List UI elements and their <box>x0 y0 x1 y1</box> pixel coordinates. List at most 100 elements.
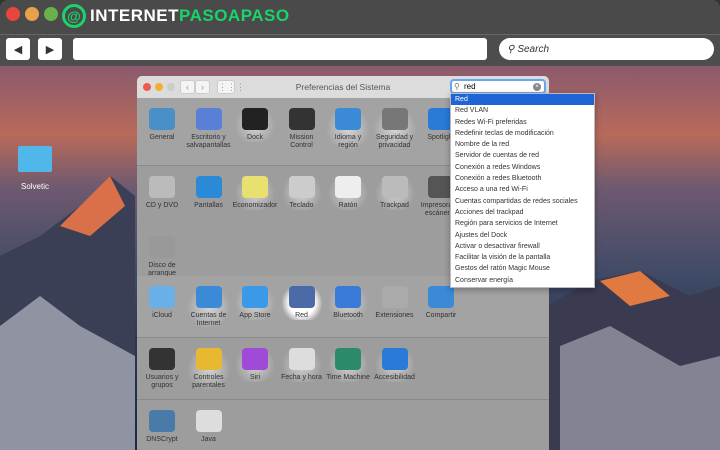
pref-pane-label: Seguridad y privacidad <box>375 134 414 149</box>
maximize-button[interactable] <box>44 7 58 21</box>
logo-text-green: PASOAPASO <box>179 6 290 25</box>
pref-pane-icon <box>149 286 175 308</box>
pref-pane-icon <box>288 286 315 308</box>
pref-pane-label: Bluetooth <box>333 312 363 319</box>
search-value: red <box>464 82 476 91</box>
pref-pane-icon <box>242 108 268 130</box>
search-result-item[interactable]: Conservar energía <box>451 275 594 286</box>
pref-pane-icon <box>195 108 222 130</box>
minimize-button[interactable] <box>25 7 39 21</box>
search-result-item[interactable]: Gestos del ratón Magic Mouse <box>451 263 594 274</box>
search-result-item[interactable]: Nombre de la red <box>451 139 594 150</box>
pref-pane-accesibilidad[interactable]: Accesibilidad <box>371 348 418 382</box>
back-button[interactable]: ◀ <box>6 38 30 60</box>
prefs-search-input[interactable]: ⚲ red × <box>450 79 546 94</box>
forward-button[interactable]: ▶ <box>38 38 62 60</box>
search-result-item[interactable]: Redes Wi-Fi preferidas <box>451 117 594 128</box>
pref-pane-app-store[interactable]: App Store <box>232 286 278 320</box>
search-placeholder: Search <box>517 43 550 55</box>
pref-pane-teclado[interactable]: Teclado <box>278 176 325 210</box>
pref-pane-label: Pantallas <box>194 202 223 209</box>
pref-pane-idioma-y-región[interactable]: Idioma y región <box>325 108 371 150</box>
logo: @ INTERNET PASOAPASO <box>62 4 290 28</box>
pref-pane-label: Escritorio y salvapantallas <box>186 134 231 149</box>
pref-pane-icon <box>242 348 268 370</box>
pref-pane-bluetooth[interactable]: Bluetooth <box>325 286 371 320</box>
pref-pane-icon <box>288 348 315 370</box>
clear-search-icon[interactable]: × <box>533 83 541 91</box>
pref-pane-general[interactable]: General <box>139 108 185 142</box>
search-result-item[interactable]: Conexión a redes Windows <box>451 162 594 173</box>
logo-text: INTERNET <box>90 6 179 25</box>
close-button[interactable] <box>6 7 20 21</box>
pref-pane-label: Mission Control <box>289 134 314 149</box>
pref-pane-icon <box>381 286 408 308</box>
pref-pane-icon <box>149 348 175 370</box>
pref-pane-controles-parentales[interactable]: Controles parentales <box>185 348 232 390</box>
search-result-item[interactable]: Cuentas compartidas de redes sociales <box>451 196 594 207</box>
pref-pane-extensiones[interactable]: Extensiones <box>372 286 418 320</box>
pref-pane-usuarios-y-grupos[interactable]: Usuarios y grupos <box>139 348 185 390</box>
pref-pane-icon <box>195 176 222 198</box>
pref-pane-time-machine[interactable]: Time Machine <box>325 348 371 382</box>
pref-pane-label: Usuarios y grupos <box>145 374 179 389</box>
logo-icon: @ <box>62 4 86 28</box>
search-result-item[interactable]: Activar o desactivar firewall <box>451 241 594 252</box>
pref-pane-cd-y-dvd[interactable]: CD y DVD <box>139 176 185 210</box>
pref-pane-compartir[interactable]: Compartir <box>418 286 464 320</box>
pref-pane-icon <box>149 108 175 130</box>
pref-pane-icon <box>335 108 361 130</box>
pref-pane-fecha-y-hora[interactable]: Fecha y hora <box>278 348 325 382</box>
pref-pane-label: Cuentas de Internet <box>190 312 227 327</box>
search-result-item[interactable]: Facilitar la visión de la pantalla <box>451 252 594 263</box>
pref-pane-icon <box>428 286 454 308</box>
pref-pane-icon <box>195 348 222 370</box>
search-result-item[interactable]: Red VLAN <box>451 105 594 116</box>
search-result-item[interactable]: Conexión a redes Bluetooth <box>451 173 594 184</box>
pref-pane-label: Controles parentales <box>192 374 225 389</box>
pref-pane-label: iCloud <box>152 312 172 319</box>
pref-pane-label: Trackpad <box>380 202 409 209</box>
search-result-item[interactable]: Servidor de cuentas de red <box>451 150 594 161</box>
pref-pane-pantallas[interactable]: Pantallas <box>186 176 232 210</box>
pref-pane-icon <box>381 176 408 198</box>
pref-pane-icon <box>288 108 315 130</box>
pref-pane-ratón[interactable]: Ratón <box>325 176 371 210</box>
pref-pane-label: CD y DVD <box>145 202 179 209</box>
search-results-dropdown: Red Red VLAN Redes Wi-Fi preferidas Redefin… <box>450 93 595 288</box>
pref-pane-cuentas-de-internet[interactable]: Cuentas de Internet <box>185 286 232 328</box>
pref-pane-icon <box>381 108 408 130</box>
pref-pane-label: Ratón <box>338 202 358 209</box>
pref-pane-mission-control[interactable]: Mission Control <box>279 108 325 150</box>
pref-pane-escritorio-y-salvapantallas[interactable]: Escritorio y salvapantallas <box>186 108 232 150</box>
pref-pane-siri[interactable]: Siri <box>232 348 278 382</box>
pref-pane-seguridad-y-privacidad[interactable]: Seguridad y privacidad <box>371 108 418 150</box>
folder-icon[interactable] <box>18 146 52 172</box>
pref-pane-disco-de-arranque[interactable]: Disco de arranque <box>139 236 185 278</box>
search-result-item[interactable]: Red <box>451 94 594 106</box>
search-result-item[interactable]: Región para servicios de Internet <box>451 218 594 229</box>
pref-pane-icon <box>242 176 268 198</box>
search-result-item[interactable]: Redefinir teclas de modificación <box>451 128 594 139</box>
search-icon: ⚲ <box>507 43 515 55</box>
search-result-item[interactable]: Ajustes del Dock <box>451 230 594 241</box>
pref-pane-dnscrypt[interactable]: DNSCrypt <box>139 410 185 444</box>
url-input[interactable] <box>73 38 487 60</box>
pref-pane-java[interactable]: Java <box>186 410 232 444</box>
pref-pane-label: Economizador <box>232 202 278 209</box>
pref-pane-icon <box>381 348 408 370</box>
pref-pane-dock[interactable]: Dock <box>232 108 278 142</box>
pref-pane-label: Dock <box>247 134 263 141</box>
search-result-item[interactable]: Acciones del trackpad <box>451 207 594 218</box>
pref-pane-trackpad[interactable]: Trackpad <box>371 176 418 210</box>
pref-pane-icon <box>288 176 315 198</box>
back-icon: ◀ <box>13 43 23 56</box>
browser-search-input[interactable]: ⚲ Search <box>499 38 714 60</box>
pref-pane-economizador[interactable]: Economizador <box>232 176 278 210</box>
pref-pane-label: General <box>149 134 175 141</box>
pref-pane-red[interactable]: Red <box>278 286 325 320</box>
pref-pane-icloud[interactable]: iCloud <box>139 286 185 320</box>
pref-pane-label: Accesibilidad <box>374 374 415 381</box>
search-result-item[interactable]: Acceso a una red Wi-Fi <box>451 184 594 195</box>
browser-toolbar: ◀ ▶ ⚲ Search <box>0 34 720 66</box>
